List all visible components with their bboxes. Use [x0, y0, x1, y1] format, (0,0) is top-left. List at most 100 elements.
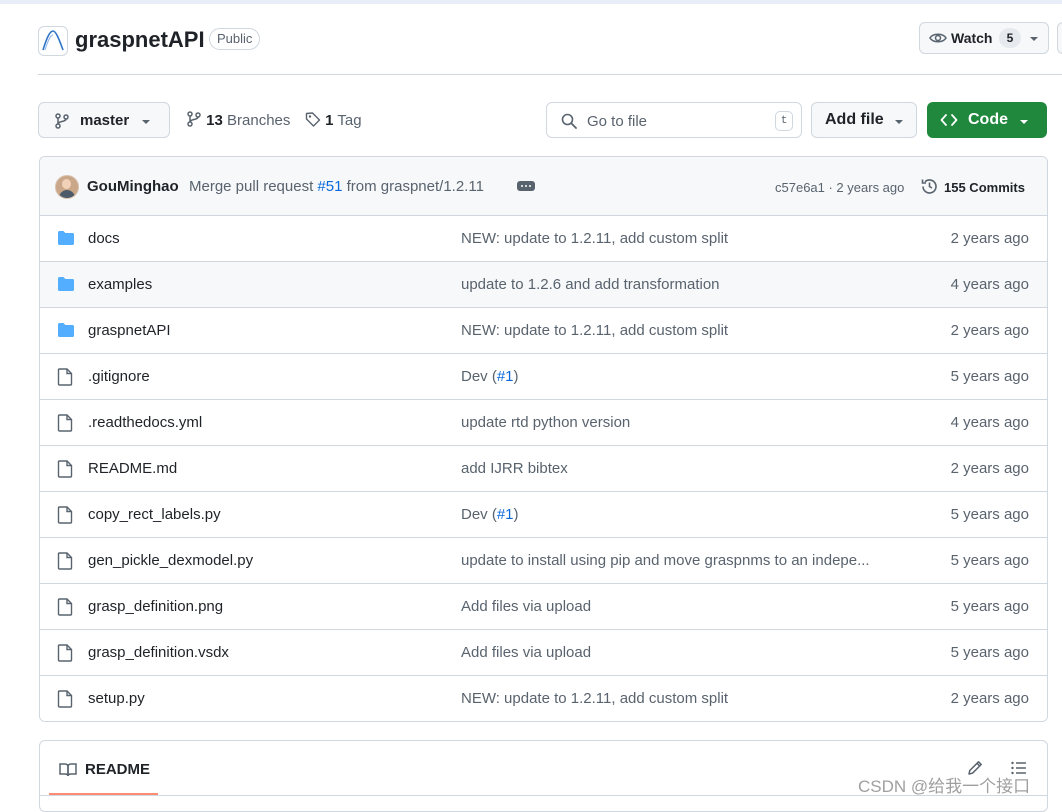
file-row[interactable]: .readthedocs.yml update rtd python versio…: [40, 400, 1047, 446]
commit-message-link[interactable]: add IJRR bibtex: [461, 460, 568, 477]
watch-label: Watch: [951, 30, 993, 46]
file-icon: [57, 506, 73, 529]
commit-message-link[interactable]: Add files via upload: [461, 598, 591, 615]
commit-message-suffix: from graspnet/1.2.11: [346, 178, 484, 195]
branches-link[interactable]: 13 Branches: [186, 111, 290, 129]
commit-message-link[interactable]: NEW: update to 1.2.11, add custom split: [461, 690, 728, 707]
commit-age: 5 years ago: [950, 552, 1029, 569]
repo-logo: [38, 26, 68, 56]
folder-icon: [57, 230, 75, 251]
latest-commit-bar: GouMinghao Merge pull request #51 from g…: [40, 157, 1047, 216]
branches-label: Branches: [227, 112, 291, 129]
file-browser: GouMinghao Merge pull request #51 from g…: [39, 156, 1048, 722]
eye-icon: [929, 30, 947, 49]
commit-message-link[interactable]: NEW: update to 1.2.11, add custom split: [461, 322, 728, 339]
file-name-link[interactable]: docs: [88, 230, 120, 247]
tag-icon: [305, 112, 325, 129]
pull-request-link[interactable]: #1: [497, 506, 514, 523]
code-label: Code: [968, 111, 1008, 128]
file-row[interactable]: graspnetAPI NEW: update to 1.2.11, add cu…: [40, 308, 1047, 354]
top-border: [0, 0, 1062, 4]
pull-request-link[interactable]: #51: [317, 178, 342, 195]
commit-age: 4 years ago: [950, 414, 1029, 431]
file-row[interactable]: grasp_definition.vsdx Add files via uploa…: [40, 630, 1047, 676]
chevron-down-icon: [1029, 31, 1039, 47]
repo-header: graspnetAPI Public Watch 5: [38, 20, 1062, 75]
shortcut-key: t: [775, 111, 793, 131]
branch-selector[interactable]: master: [38, 102, 170, 138]
avatar[interactable]: [55, 175, 79, 199]
history-icon: [920, 177, 939, 199]
file-row[interactable]: .gitignore Dev (#1) 5 years ago: [40, 354, 1047, 400]
commit-age: 2 years ago: [950, 690, 1029, 707]
branch-name: master: [80, 112, 130, 129]
git-branch-icon: [54, 113, 70, 133]
commit-age: 2 years ago: [950, 460, 1029, 477]
commit-message-prefix: Merge pull request: [189, 178, 314, 195]
file-name-link[interactable]: .gitignore: [88, 368, 150, 385]
code-icon: [940, 112, 958, 133]
file-name-link[interactable]: README.md: [88, 460, 177, 477]
commit-message-suffix: ): [513, 506, 519, 523]
tags-count: 1: [325, 112, 334, 129]
file-name-link[interactable]: graspnetAPI: [88, 322, 171, 339]
fork-button-edge[interactable]: [1057, 22, 1062, 54]
commits-count: 155 Commits: [944, 180, 1025, 195]
file-row[interactable]: gen_pickle_dexmodel.py update to install …: [40, 538, 1047, 584]
file-name-link[interactable]: copy_rect_labels.py: [88, 506, 221, 523]
watch-button[interactable]: Watch 5: [919, 22, 1049, 54]
file-row[interactable]: docs NEW: update to 1.2.11, add custom sp…: [40, 216, 1047, 262]
file-name-link[interactable]: grasp_definition.png: [88, 598, 223, 615]
repo-name[interactable]: graspnetAPI: [75, 27, 205, 53]
go-to-file-box: t: [546, 102, 802, 138]
commit-age: 4 years ago: [950, 276, 1029, 293]
file-icon: [57, 552, 73, 575]
commit-sha-time[interactable]: c57e6a1 · 2 years ago: [775, 180, 904, 195]
commit-message-prefix: Dev (: [461, 368, 497, 385]
chevron-down-icon: [1019, 114, 1029, 132]
commit-message-link[interactable]: Dev (#1): [461, 368, 519, 385]
ellipsis-icon[interactable]: [517, 181, 535, 191]
commit-message-link[interactable]: update rtd python version: [461, 414, 630, 431]
git-branch-icon: [186, 111, 206, 129]
branches-count: 13: [206, 112, 223, 129]
go-to-file-input[interactable]: [585, 110, 769, 132]
tags-link[interactable]: 1 Tag: [305, 111, 362, 129]
commit-message-link[interactable]: Dev (#1): [461, 506, 519, 523]
file-row[interactable]: grasp_definition.png Add files via upload…: [40, 584, 1047, 630]
readme-tab[interactable]: README: [85, 761, 150, 778]
commit-message-prefix: Dev (: [461, 506, 497, 523]
tags-label: Tag: [337, 112, 362, 129]
file-row[interactable]: examples update to 1.2.6 and add transfor…: [40, 262, 1047, 308]
commit-age: 5 years ago: [950, 368, 1029, 385]
repo-toolbar: master 13 Branches 1 Tag Go to file t Ad…: [38, 102, 1048, 138]
pull-request-link[interactable]: #1: [497, 368, 514, 385]
visibility-badge: Public: [209, 28, 261, 50]
commit-message-link[interactable]: NEW: update to 1.2.11, add custom split: [461, 230, 728, 247]
add-file-button[interactable]: Add file: [811, 102, 917, 138]
file-name-link[interactable]: setup.py: [88, 690, 145, 707]
file-name-link[interactable]: grasp_definition.vsdx: [88, 644, 229, 661]
file-row[interactable]: setup.py NEW: update to 1.2.11, add custo…: [40, 676, 1047, 721]
commit-age: 5 years ago: [950, 506, 1029, 523]
watch-count: 5: [999, 28, 1021, 48]
file-row[interactable]: copy_rect_labels.py Dev (#1) 5 years ago: [40, 492, 1047, 538]
search-icon: [561, 113, 577, 134]
folder-icon: [57, 276, 75, 297]
commit-message-link[interactable]: update to install using pip and move gra…: [461, 552, 870, 569]
commit-age: 5 years ago: [950, 644, 1029, 661]
file-name-link[interactable]: .readthedocs.yml: [88, 414, 202, 431]
file-icon: [57, 460, 73, 483]
watermark: CSDN @给我一个接口: [858, 777, 1031, 796]
file-icon: [57, 644, 73, 667]
file-name-link[interactable]: gen_pickle_dexmodel.py: [88, 552, 253, 569]
file-row[interactable]: README.md add IJRR bibtex 2 years ago: [40, 446, 1047, 492]
commit-message-link[interactable]: Add files via upload: [461, 644, 591, 661]
file-name-link[interactable]: examples: [88, 276, 152, 293]
code-button[interactable]: Code: [927, 102, 1047, 138]
commit-author[interactable]: GouMinghao: [87, 178, 179, 195]
file-icon: [57, 690, 73, 713]
chevron-down-icon: [141, 114, 151, 131]
commit-message-link[interactable]: update to 1.2.6 and add transformation: [461, 276, 720, 293]
commit-message[interactable]: Merge pull request #51 from graspnet/1.2…: [189, 178, 484, 195]
